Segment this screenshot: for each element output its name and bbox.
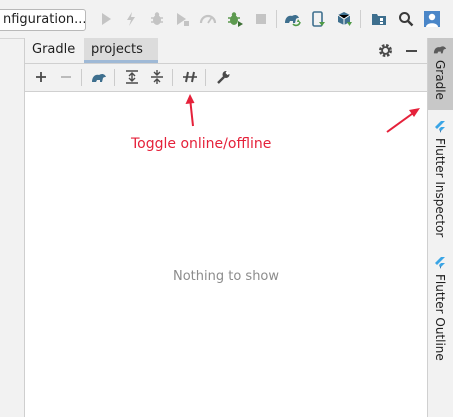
wrench-settings-icon[interactable] bbox=[215, 69, 231, 85]
stripe-label-flutter-outline: Flutter Outline bbox=[433, 274, 447, 361]
stripe-button-gradle[interactable]: Gradle bbox=[428, 38, 453, 110]
main-toolbar: nfiguration... bbox=[0, 0, 453, 39]
gear-icon[interactable] bbox=[377, 42, 394, 59]
toolbar-separator bbox=[205, 69, 206, 86]
toolbar-separator bbox=[360, 10, 361, 28]
empty-state-text: Nothing to show bbox=[172, 269, 280, 284]
gradle-elephant-icon[interactable] bbox=[91, 69, 107, 85]
toolbar-separator bbox=[114, 69, 115, 86]
gradle-elephant-icon bbox=[433, 42, 447, 56]
run-configuration-selector[interactable]: nfiguration... bbox=[0, 9, 86, 31]
stripe-label-gradle: Gradle bbox=[433, 60, 447, 100]
apply-changes-icon[interactable] bbox=[122, 10, 140, 28]
annotation-label: Toggle online/offline bbox=[131, 136, 272, 152]
collapse-all-icon[interactable] bbox=[149, 69, 165, 85]
gradle-panel-toolbar bbox=[25, 64, 427, 92]
sdk-manager-icon[interactable] bbox=[335, 10, 353, 28]
device-manager-icon[interactable] bbox=[309, 10, 327, 28]
tab-projects[interactable]: projects bbox=[84, 38, 158, 63]
expand-all-icon[interactable] bbox=[124, 69, 140, 85]
gradle-tool-window: Gradle projects Nothing to show bbox=[24, 38, 427, 417]
user-avatar-icon[interactable] bbox=[423, 10, 441, 28]
toolbar-separator bbox=[81, 69, 82, 86]
coverage-icon[interactable] bbox=[173, 10, 191, 28]
stripe-button-flutter-inspector[interactable]: Flutter Inspector bbox=[428, 116, 453, 238]
profile-icon[interactable] bbox=[199, 10, 217, 28]
toggle-offline-mode-icon[interactable] bbox=[182, 69, 198, 85]
toolbar-separator bbox=[172, 69, 173, 86]
stripe-label-flutter-inspector: Flutter Inspector bbox=[433, 138, 447, 238]
toolbar-separator bbox=[276, 10, 277, 28]
flutter-icon bbox=[433, 256, 447, 270]
stop-icon[interactable] bbox=[252, 10, 270, 28]
attach-debugger-icon[interactable] bbox=[226, 10, 244, 28]
run-icon[interactable] bbox=[97, 10, 115, 28]
tab-gradle[interactable]: Gradle bbox=[25, 38, 84, 63]
right-tool-stripe: Gradle Flutter Inspector Flutter Outline bbox=[427, 38, 453, 417]
search-icon[interactable] bbox=[397, 10, 415, 28]
debug-icon[interactable] bbox=[148, 10, 166, 28]
tool-window-tab-strip: Gradle projects bbox=[25, 38, 427, 64]
stripe-button-flutter-outline[interactable]: Flutter Outline bbox=[428, 252, 453, 362]
gradle-sync-icon[interactable] bbox=[283, 10, 301, 28]
add-icon[interactable] bbox=[33, 69, 49, 85]
minimize-icon[interactable] bbox=[403, 42, 420, 59]
flutter-icon bbox=[433, 120, 447, 134]
remove-icon[interactable] bbox=[58, 69, 74, 85]
project-structure-icon[interactable] bbox=[370, 10, 388, 28]
